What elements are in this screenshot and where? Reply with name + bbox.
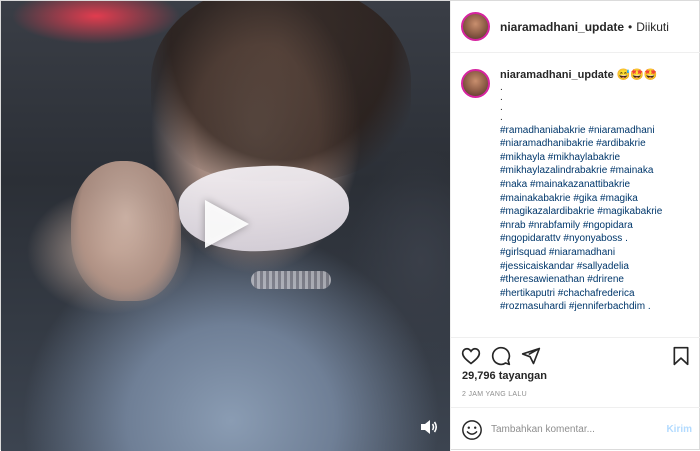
- hashtag-line[interactable]: #mikhaylazalindrabakrie #mainaka: [500, 164, 690, 178]
- header-username[interactable]: niaramadhani_update: [500, 20, 624, 34]
- caption-dot: .: [500, 81, 503, 93]
- post-timestamp[interactable]: 2 JAM YANG LALU: [462, 391, 527, 398]
- action-bar: [451, 337, 700, 373]
- caption-dot: .: [500, 91, 503, 103]
- post-comment-button[interactable]: Kirim: [666, 424, 692, 435]
- share-icon[interactable]: [521, 346, 541, 366]
- bookmark-icon[interactable]: [671, 346, 691, 366]
- hashtag-line[interactable]: #ramadhaniabakrie #niaramadhani: [500, 124, 690, 138]
- hashtag-list: #ramadhaniabakrie #niaramadhani #niarama…: [500, 124, 690, 314]
- hashtag-line[interactable]: #mikhayla #mikhaylabakrie: [500, 151, 690, 165]
- play-icon[interactable]: [205, 200, 249, 248]
- video-frame-detail: [251, 271, 331, 289]
- hashtag-line[interactable]: #rozmasuhardi #jenniferbachdim .: [500, 300, 690, 314]
- smiley-icon[interactable]: [461, 419, 483, 441]
- avatar[interactable]: [461, 69, 490, 98]
- caption: niaramadhani_update 😅🤩🤩 . . . . #ramadha…: [451, 53, 700, 337]
- hashtag-line[interactable]: #theresawienathan #drirene: [500, 273, 690, 287]
- caption-emoji: 😅🤩🤩: [616, 69, 658, 81]
- video-frame-detail: [71, 161, 181, 301]
- hashtag-line[interactable]: #niaramadhanibakrie #ardibakrie: [500, 137, 690, 151]
- hashtag-line[interactable]: #jessicaiskandar #sallyadelia: [500, 260, 690, 274]
- heart-icon[interactable]: [461, 346, 481, 366]
- post-header: niaramadhani_update • Diikuti: [451, 1, 700, 53]
- instagram-post: niaramadhani_update • Diikuti niaramadha…: [0, 0, 700, 451]
- hashtag-line[interactable]: #magikazalardibakrie #magikabakrie: [500, 205, 690, 219]
- separator-dot: •: [628, 19, 633, 34]
- speaker-icon[interactable]: [419, 418, 439, 436]
- avatar[interactable]: [461, 12, 490, 41]
- comment-icon[interactable]: [491, 346, 511, 366]
- comment-input[interactable]: [491, 424, 651, 435]
- hashtag-line[interactable]: #ngopidarattv #nyonyaboss .: [500, 232, 690, 246]
- hashtag-line[interactable]: #naka #mainakazanattibakrie: [500, 178, 690, 192]
- video-frame-detail: [151, 1, 411, 181]
- comment-form: Kirim: [451, 407, 700, 451]
- hashtag-line[interactable]: #girlsquad #niaramadhani: [500, 246, 690, 260]
- caption-dot: .: [500, 101, 503, 113]
- caption-dot: .: [500, 111, 503, 123]
- hashtag-line[interactable]: #hertikaputri #chachafrederica: [500, 287, 690, 301]
- caption-body: niaramadhani_update 😅🤩🤩 . . . . #ramadha…: [500, 69, 690, 337]
- view-count[interactable]: 29,796 tayangan: [462, 370, 547, 382]
- caption-username[interactable]: niaramadhani_update: [500, 69, 614, 81]
- video-player[interactable]: [1, 1, 450, 451]
- follow-status[interactable]: Diikuti: [636, 20, 669, 34]
- post-sidebar: niaramadhani_update • Diikuti niaramadha…: [450, 1, 700, 451]
- hashtag-line[interactable]: #nrab #nrabfamily #ngopidara: [500, 219, 690, 233]
- hashtag-line[interactable]: #mainakabakrie #gika #magika: [500, 192, 690, 206]
